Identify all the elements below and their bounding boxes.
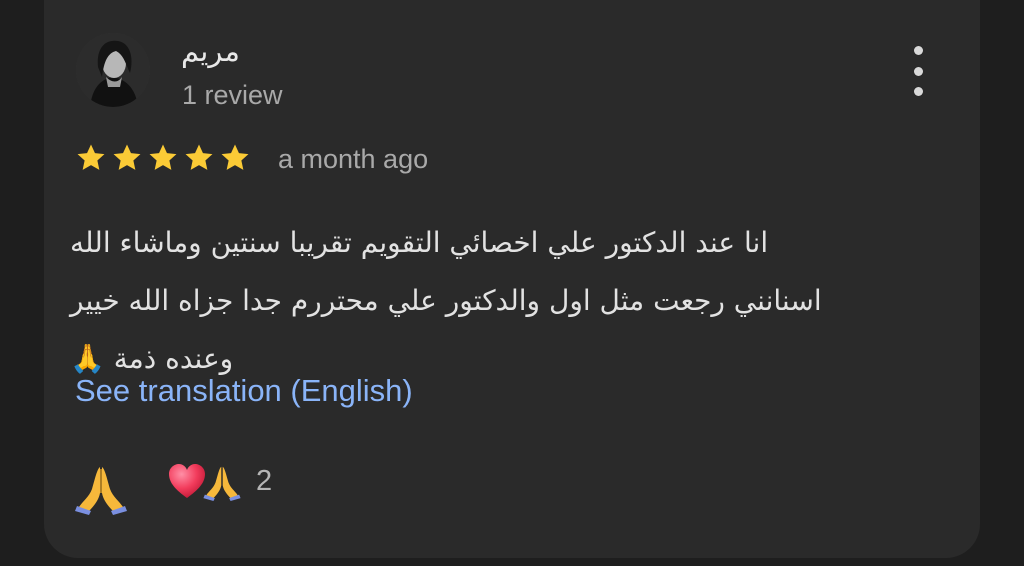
folded-hands-icon	[203, 466, 241, 501]
see-translation-link[interactable]: See translation (English)	[75, 373, 413, 409]
star-icon	[185, 144, 213, 170]
react-button[interactable]	[73, 459, 129, 515]
author-name[interactable]: مريم	[181, 34, 240, 68]
star-icon	[77, 144, 105, 170]
avatar[interactable]	[76, 33, 150, 107]
dot	[913, 87, 923, 96]
folded-hands-icon	[75, 467, 127, 515]
review-time: a month ago	[278, 144, 429, 174]
reaction-count: 2	[256, 464, 273, 497]
review-text-line: اسنانني رجعت مثل اول والدكتور علي محتررم…	[70, 284, 822, 317]
star-icon	[221, 144, 249, 170]
review-text-line: انا عند الدكتور علي اخصائي التقويم تقريب…	[70, 226, 769, 259]
reactions-summary[interactable]: 2	[166, 460, 272, 502]
profile-photo-icon	[76, 33, 150, 107]
author-review-count: 1 review	[182, 80, 283, 110]
star-icon	[149, 144, 177, 170]
dot	[913, 66, 923, 76]
review-text: انا عند الدكتور علي اخصائي التقويم تقريب…	[70, 214, 948, 388]
star-icon	[113, 144, 141, 170]
dot	[913, 46, 923, 55]
more-options-icon[interactable]	[903, 46, 933, 96]
star-rating	[74, 141, 252, 175]
